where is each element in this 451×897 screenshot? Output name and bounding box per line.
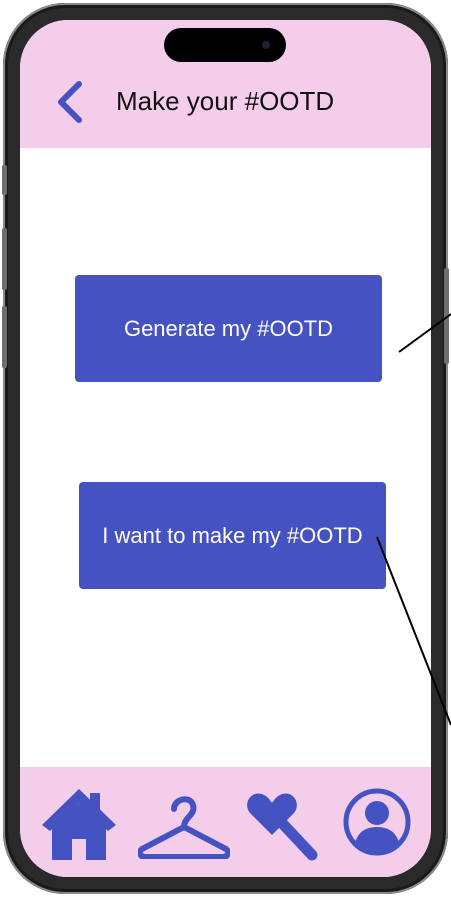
silent-switch: [2, 165, 7, 195]
nav-home[interactable]: [40, 787, 118, 862]
volume-up-button: [2, 228, 7, 290]
chevron-left-icon: [58, 81, 82, 123]
power-button: [444, 268, 449, 364]
nav-profile[interactable]: [342, 787, 412, 857]
make-ootd-button[interactable]: I want to make my #OOTD: [79, 482, 386, 589]
volume-down-button: [2, 306, 7, 368]
nav-favorites[interactable]: [246, 791, 322, 863]
profile-icon: [343, 788, 411, 856]
canvas: Make your #OOTD Generate my #OOTD I want…: [0, 0, 451, 897]
heart-wand-icon: [247, 793, 318, 861]
bottom-nav: [20, 767, 431, 877]
page-title: Make your #OOTD: [116, 86, 335, 116]
phone-screen: Make your #OOTD Generate my #OOTD I want…: [20, 20, 431, 877]
camera-lens: [262, 41, 270, 49]
dynamic-island: [164, 28, 286, 62]
home-icon: [42, 789, 116, 860]
back-button[interactable]: [50, 78, 90, 126]
nav-wardrobe[interactable]: [138, 795, 230, 859]
hanger-icon: [138, 796, 230, 859]
generate-ootd-button[interactable]: Generate my #OOTD: [75, 275, 382, 382]
app-header: Make your #OOTD: [20, 20, 431, 148]
